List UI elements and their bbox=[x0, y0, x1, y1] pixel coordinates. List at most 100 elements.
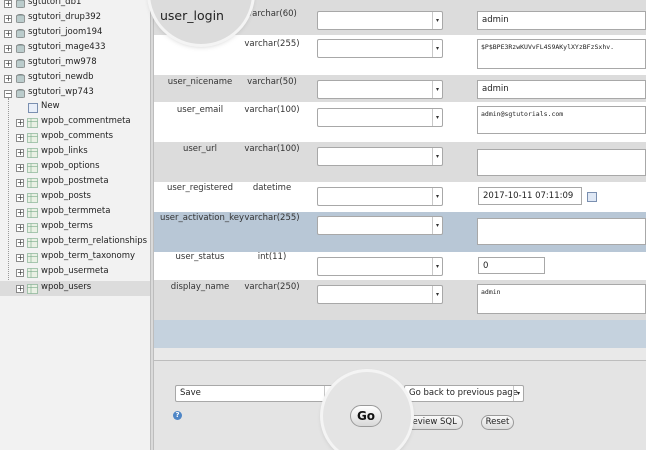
tree-item-table[interactable]: + wpob_term_taxonomy bbox=[0, 250, 150, 265]
function-select[interactable]: ▾ bbox=[317, 187, 443, 206]
function-select[interactable]: ▾ bbox=[317, 216, 443, 235]
phpmyadmin-window: + sgtutori_db1 + sgtutori_drup392 + sgtu… bbox=[0, 0, 646, 450]
expand-icon[interactable]: + bbox=[4, 60, 12, 68]
dropdown-arrow-icon: ▾ bbox=[432, 148, 442, 165]
table-label: wpob_posts bbox=[41, 191, 91, 201]
table-label: wpob_terms bbox=[41, 221, 93, 231]
tree-item-database[interactable]: + sgtutori_db1 bbox=[0, 0, 150, 11]
function-select[interactable]: ▾ bbox=[317, 39, 443, 58]
expand-icon[interactable]: + bbox=[16, 285, 24, 293]
tree-item-table[interactable]: + wpob_postmeta bbox=[0, 175, 150, 190]
field-row-user-email: user_email varchar(100) ▾ admin@sgtutori… bbox=[154, 102, 646, 142]
function-select[interactable]: ▾ bbox=[317, 80, 443, 99]
expand-icon[interactable]: + bbox=[4, 15, 12, 23]
magnifier-go-button: Go bbox=[323, 372, 411, 450]
expand-icon[interactable]: + bbox=[4, 0, 12, 8]
tree-item-table[interactable]: + wpob_posts bbox=[0, 190, 150, 205]
tree-item-table[interactable]: + wpob_links bbox=[0, 145, 150, 160]
field-type: varchar(100) bbox=[244, 144, 300, 154]
expand-icon[interactable]: + bbox=[16, 194, 24, 202]
value-input[interactable]: admin bbox=[477, 11, 646, 30]
collapse-icon[interactable]: − bbox=[4, 90, 12, 98]
tree-item-table-selected[interactable]: + wpob_users bbox=[0, 281, 150, 296]
function-select[interactable]: ▾ bbox=[317, 285, 443, 304]
tree-item-new-table[interactable]: New bbox=[0, 100, 150, 115]
field-name: display_name bbox=[170, 282, 230, 292]
value-textarea[interactable]: admin@sgtutorials.com bbox=[477, 106, 646, 134]
table-label: wpob_termmeta bbox=[41, 206, 111, 216]
expand-icon[interactable]: + bbox=[16, 134, 24, 142]
function-select[interactable]: ▾ bbox=[317, 257, 443, 276]
tree-item-database[interactable]: + sgtutori_mage433 bbox=[0, 41, 150, 56]
database-icon bbox=[16, 14, 25, 24]
function-select[interactable]: ▾ bbox=[317, 147, 443, 166]
expand-icon[interactable]: + bbox=[16, 254, 24, 262]
table-label: wpob_options bbox=[41, 161, 100, 171]
field-type: varchar(60) bbox=[247, 9, 297, 19]
table-label: wpob_users bbox=[41, 282, 92, 292]
tree-item-database-expanded[interactable]: − sgtutori_wp743 bbox=[0, 86, 150, 101]
table-icon bbox=[27, 178, 38, 188]
table-label: wpob_comments bbox=[41, 131, 114, 141]
expand-icon[interactable]: + bbox=[16, 149, 24, 157]
navigation-tree: + sgtutori_db1 + sgtutori_drup392 + sgtu… bbox=[0, 0, 150, 450]
field-row-display-name: display_name varchar(250) ▾ admin bbox=[154, 280, 646, 320]
field-name: user_url bbox=[182, 144, 218, 154]
value-textarea[interactable]: admin bbox=[477, 284, 646, 314]
database-label: sgtutori_mage433 bbox=[28, 42, 106, 52]
help-icon[interactable]: ? bbox=[173, 411, 182, 420]
expand-icon[interactable]: + bbox=[4, 30, 12, 38]
function-select[interactable]: ▾ bbox=[317, 108, 443, 127]
dropdown-arrow-icon: ▾ bbox=[432, 81, 442, 98]
database-label: sgtutori_db1 bbox=[28, 0, 82, 7]
tree-item-database[interactable]: + sgtutori_newdb bbox=[0, 71, 150, 86]
dropdown-arrow-icon: ▾ bbox=[432, 188, 442, 205]
expand-icon[interactable]: + bbox=[16, 224, 24, 232]
tree-item-table[interactable]: + wpob_options bbox=[0, 160, 150, 175]
tree-item-table[interactable]: + wpob_comments bbox=[0, 130, 150, 145]
magnified-field-label: user_login bbox=[160, 8, 224, 23]
tree-item-table[interactable]: + wpob_term_relationships bbox=[0, 235, 150, 250]
form-spacer bbox=[154, 320, 646, 348]
preview-sql-button[interactable]: review SQL bbox=[403, 415, 463, 430]
expand-icon[interactable]: + bbox=[4, 45, 12, 53]
expand-icon[interactable]: + bbox=[16, 239, 24, 247]
field-row-user-pass: varchar(255) ▾ $P$BPE3RzwKUVvFL4S9AKylXY… bbox=[154, 35, 646, 75]
tree-item-database[interactable]: + sgtutori_joom194 bbox=[0, 26, 150, 41]
function-select[interactable]: ▾ bbox=[317, 11, 443, 30]
table-icon bbox=[27, 284, 38, 294]
value-input[interactable]: admin bbox=[477, 80, 646, 99]
database-icon bbox=[16, 74, 25, 84]
field-name: user_activation_key bbox=[159, 213, 245, 223]
after-insert-select[interactable]: Go back to previous page ▾ bbox=[404, 385, 524, 402]
tree-item-database[interactable]: + sgtutori_mw978 bbox=[0, 56, 150, 71]
expand-icon[interactable]: + bbox=[16, 269, 24, 277]
value-textarea[interactable] bbox=[477, 218, 646, 245]
expand-icon[interactable]: + bbox=[16, 179, 24, 187]
value-textarea[interactable]: $P$BPE3RzwKUVvFL4S9AKylXYzBFzSxhv. bbox=[477, 39, 646, 69]
expand-icon[interactable]: + bbox=[16, 164, 24, 172]
action-select-value: Save bbox=[180, 388, 201, 398]
tree-item-table[interactable]: + wpob_termmeta bbox=[0, 205, 150, 220]
value-input[interactable]: 0 bbox=[478, 257, 545, 274]
field-type: datetime bbox=[252, 183, 292, 193]
expand-icon[interactable]: + bbox=[4, 75, 12, 83]
database-label: sgtutori_newdb bbox=[28, 72, 94, 82]
tree-item-database[interactable]: + sgtutori_drup392 bbox=[0, 11, 150, 26]
go-button[interactable]: Go bbox=[350, 405, 382, 427]
field-type: varchar(50) bbox=[247, 77, 297, 87]
tree-item-table[interactable]: + wpob_commentmeta bbox=[0, 115, 150, 130]
tree-item-table[interactable]: + wpob_terms bbox=[0, 220, 150, 235]
tree-item-table[interactable]: + wpob_usermeta bbox=[0, 265, 150, 280]
database-icon bbox=[16, 89, 25, 99]
calendar-icon[interactable] bbox=[587, 192, 597, 202]
table-icon bbox=[27, 118, 38, 128]
reset-button[interactable]: Reset bbox=[481, 415, 514, 430]
expand-icon[interactable]: + bbox=[16, 119, 24, 127]
database-icon bbox=[16, 59, 25, 69]
expand-icon[interactable]: + bbox=[16, 209, 24, 217]
value-textarea[interactable] bbox=[477, 149, 646, 176]
action-select[interactable]: Save ▾ bbox=[175, 385, 335, 402]
datetime-input[interactable]: 2017-10-11 07:11:09 bbox=[478, 187, 582, 205]
database-label: sgtutori_mw978 bbox=[28, 57, 97, 67]
